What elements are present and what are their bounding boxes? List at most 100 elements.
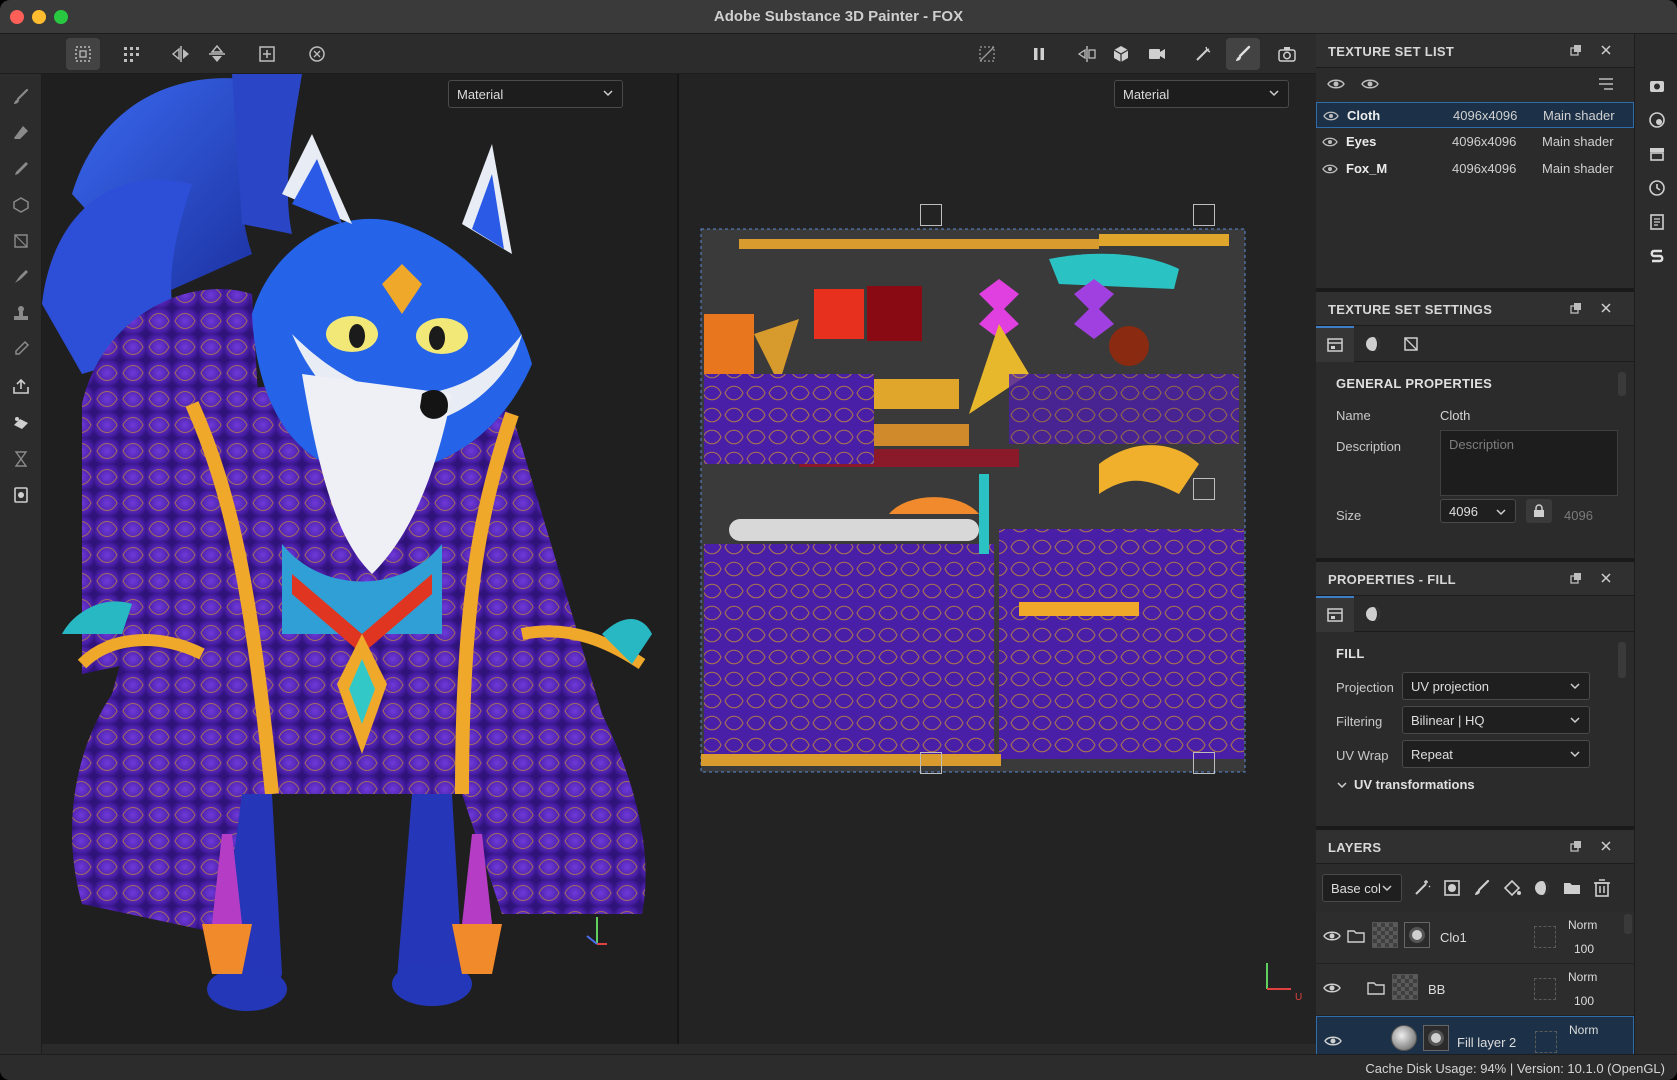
display-settings-button[interactable] bbox=[1645, 74, 1669, 98]
layer-thumbnail[interactable] bbox=[1372, 922, 1398, 948]
texture-set-shader[interactable]: Main shader bbox=[1543, 108, 1615, 123]
layer-row-selected[interactable]: Fill layer 2 Norm bbox=[1316, 1016, 1634, 1054]
viewport-3d-mode-select[interactable]: Material bbox=[448, 80, 623, 108]
eye-icon[interactable] bbox=[1322, 162, 1338, 176]
eye-icon[interactable] bbox=[1322, 978, 1342, 998]
uv-tools-button[interactable] bbox=[66, 38, 100, 70]
layer-thumbnail[interactable] bbox=[1392, 974, 1418, 1000]
geometry-fill-tool[interactable] bbox=[8, 192, 34, 218]
texture-set-shader[interactable]: Main shader bbox=[1542, 134, 1614, 149]
clone-tool[interactable] bbox=[8, 300, 34, 326]
folder-icon[interactable] bbox=[1562, 878, 1582, 898]
add-effect-icon[interactable] bbox=[1412, 878, 1432, 898]
close-icon[interactable] bbox=[1600, 572, 1612, 584]
close-icon[interactable] bbox=[1600, 44, 1612, 56]
assets-button[interactable] bbox=[1645, 142, 1669, 166]
scrollbar[interactable] bbox=[1624, 914, 1632, 934]
channel-select[interactable]: Base col bbox=[1322, 874, 1402, 902]
history-button[interactable] bbox=[1645, 176, 1669, 200]
display-3d-button[interactable] bbox=[1104, 38, 1138, 70]
tab-shader[interactable] bbox=[1354, 326, 1392, 362]
layer-blend-mode[interactable]: Norm bbox=[1568, 918, 1597, 932]
uv-handle-bottom-center[interactable] bbox=[920, 752, 942, 774]
timer-tool[interactable] bbox=[8, 446, 34, 472]
layer-opacity[interactable]: 100 bbox=[1574, 994, 1594, 1008]
close-icon[interactable] bbox=[1600, 840, 1612, 852]
scrollbar[interactable] bbox=[1618, 372, 1626, 396]
texture-set-row[interactable]: Cloth 4096x4096 Main shader bbox=[1316, 102, 1634, 128]
layer-name[interactable]: BB bbox=[1428, 982, 1445, 997]
eye-icon[interactable] bbox=[1323, 1031, 1343, 1051]
uv-handle-top-right[interactable] bbox=[1193, 204, 1215, 226]
name-value[interactable]: Cloth bbox=[1440, 408, 1470, 423]
close-icon[interactable] bbox=[1600, 302, 1612, 314]
uvwrap-select[interactable]: Repeat bbox=[1402, 740, 1590, 768]
symmetry-x-button[interactable] bbox=[164, 38, 198, 70]
screenshot-button[interactable] bbox=[1270, 38, 1304, 70]
texture-set-shader[interactable]: Main shader bbox=[1542, 161, 1614, 176]
projection-tool[interactable] bbox=[8, 156, 34, 182]
layer-blend-mode[interactable]: Norm bbox=[1568, 970, 1597, 984]
material-picker-tool[interactable] bbox=[8, 410, 34, 436]
layer-material-thumbnail[interactable] bbox=[1391, 1025, 1417, 1051]
viewport-3d[interactable]: Material bbox=[42, 74, 678, 1044]
uv-handle-bottom-right[interactable] bbox=[1193, 752, 1215, 774]
color-picker-tool[interactable] bbox=[8, 336, 34, 362]
shader-settings-button[interactable] bbox=[1645, 108, 1669, 132]
layer-name[interactable]: Fill layer 2 bbox=[1457, 1035, 1516, 1050]
substance-share-button[interactable] bbox=[1645, 244, 1669, 268]
visibility-toggle-icon[interactable] bbox=[1326, 74, 1346, 94]
eye-icon[interactable] bbox=[1322, 135, 1338, 149]
smart-material-icon[interactable] bbox=[1532, 878, 1552, 898]
add-mask-icon[interactable] bbox=[1442, 878, 1462, 898]
size-select[interactable]: 4096 bbox=[1440, 499, 1516, 523]
uv-handle-top-center[interactable] bbox=[920, 204, 942, 226]
texture-set-row[interactable]: Eyes 4096x4096 Main shader bbox=[1316, 129, 1634, 155]
layer-name[interactable]: Clo1 bbox=[1440, 930, 1467, 945]
eye-icon[interactable] bbox=[1323, 109, 1339, 123]
viewport-2d-mode-select[interactable]: Material bbox=[1114, 80, 1289, 108]
viewport-2d[interactable]: Material U bbox=[679, 74, 1316, 1044]
float-panel-icon[interactable] bbox=[1570, 572, 1582, 584]
eraser-tool[interactable] bbox=[8, 120, 34, 146]
eye-icon[interactable] bbox=[1322, 926, 1342, 946]
list-menu-icon[interactable] bbox=[1596, 74, 1616, 94]
layer-row[interactable]: BB Norm 100 bbox=[1316, 964, 1634, 1016]
projection-select[interactable]: UV projection bbox=[1402, 672, 1590, 700]
layer-blend-mode[interactable]: Norm bbox=[1569, 1023, 1598, 1037]
scrollbar[interactable] bbox=[1618, 642, 1626, 678]
paint-mode-button[interactable] bbox=[1226, 38, 1260, 70]
grid-options-button[interactable] bbox=[114, 38, 148, 70]
add-frame-button[interactable] bbox=[250, 38, 284, 70]
tab-general[interactable] bbox=[1316, 326, 1354, 362]
trash-icon[interactable] bbox=[1592, 878, 1612, 898]
tab-fill-material[interactable] bbox=[1354, 596, 1392, 632]
pause-render-button[interactable] bbox=[1022, 38, 1056, 70]
export-tool[interactable] bbox=[8, 482, 34, 508]
float-panel-icon[interactable] bbox=[1570, 840, 1582, 852]
paint-tool[interactable] bbox=[8, 84, 34, 110]
symmetry-y-button[interactable] bbox=[200, 38, 234, 70]
fill-layer-icon[interactable] bbox=[1502, 878, 1522, 898]
polygon-fill-tool[interactable] bbox=[8, 228, 34, 254]
layer-color-tag[interactable] bbox=[1534, 978, 1556, 1000]
log-button[interactable] bbox=[1645, 210, 1669, 234]
float-panel-icon[interactable] bbox=[1570, 44, 1582, 56]
description-field[interactable]: Description bbox=[1440, 430, 1618, 496]
texture-set-row[interactable]: Fox_M 4096x4096 Main shader bbox=[1316, 156, 1634, 182]
tab-uv[interactable] bbox=[1392, 326, 1430, 362]
paint-layer-icon[interactable] bbox=[1472, 878, 1492, 898]
layer-color-tag[interactable] bbox=[1535, 1031, 1557, 1053]
smudge-tool[interactable] bbox=[8, 264, 34, 290]
size-lock-button[interactable] bbox=[1526, 499, 1552, 523]
lighting-button[interactable] bbox=[1186, 38, 1220, 70]
layer-opacity[interactable]: 100 bbox=[1574, 942, 1594, 956]
layer-color-tag[interactable] bbox=[1534, 926, 1556, 948]
float-panel-icon[interactable] bbox=[1570, 302, 1582, 314]
layer-mask-thumbnail[interactable] bbox=[1423, 1025, 1449, 1051]
camera-button[interactable] bbox=[1140, 38, 1174, 70]
bake-tool[interactable] bbox=[8, 374, 34, 400]
split-view-button[interactable] bbox=[1070, 38, 1104, 70]
uv-handle-middle-right[interactable] bbox=[1193, 478, 1215, 500]
hide-cursor-button[interactable] bbox=[970, 38, 1004, 70]
